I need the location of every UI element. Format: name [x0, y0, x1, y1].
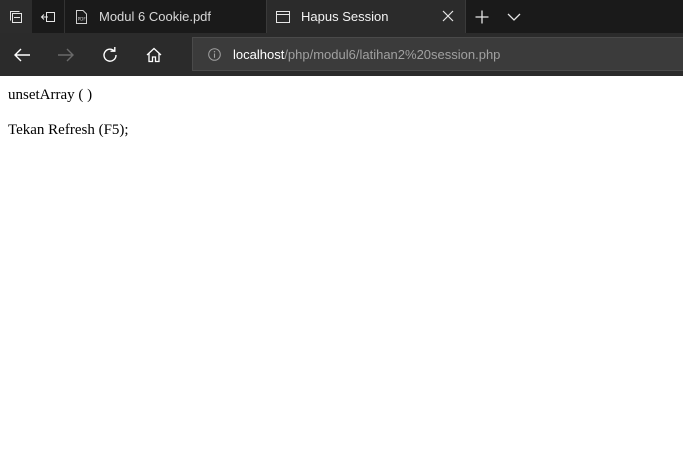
- back-arrow-icon: [14, 48, 30, 62]
- close-tab-button[interactable]: [441, 9, 455, 23]
- back-button[interactable]: [0, 37, 44, 73]
- url-text: localhost/php/modul6/latihan2%20session.…: [233, 47, 500, 62]
- output-line-refresh-instruction: Tekan Refresh (F5);: [8, 122, 129, 138]
- output-line-unset-array: unsetArray ( ): [8, 87, 93, 103]
- url-host: localhost: [233, 46, 285, 62]
- home-icon: [146, 47, 162, 63]
- show-tab-previews-button[interactable]: [498, 0, 530, 33]
- refresh-button[interactable]: [88, 37, 132, 73]
- tab-title: Hapus Session: [301, 9, 389, 24]
- tab-hapus-session[interactable]: Hapus Session: [266, 0, 466, 33]
- plus-icon: [475, 10, 489, 23]
- url-path: /php/modul6/latihan2%20session.php: [284, 46, 501, 62]
- address-bar[interactable]: localhost/php/modul6/latihan2%20session.…: [192, 37, 683, 71]
- refresh-icon: [103, 47, 117, 62]
- tab-pdf[interactable]: PDF Modul 6 Cookie.pdf: [64, 0, 266, 33]
- site-info-icon[interactable]: [207, 47, 221, 61]
- tab-title: Modul 6 Cookie.pdf: [99, 9, 212, 24]
- tabs-aside-icon: [10, 10, 22, 23]
- browser-chrome: PDF Modul 6 Cookie.pdf Hapus Session loc…: [0, 0, 683, 76]
- tabs-restore-icon: [40, 11, 55, 22]
- navigation-bar: localhost/php/modul6/latihan2%20session.…: [0, 33, 683, 76]
- forward-arrow-icon: [58, 48, 74, 62]
- tab-strip: PDF Modul 6 Cookie.pdf Hapus Session: [0, 0, 683, 33]
- page-icon: [275, 9, 291, 25]
- restore-tabs-button[interactable]: [32, 0, 64, 33]
- page-content: unsetArray ( ) Tekan Refresh (F5);: [0, 76, 683, 465]
- set-tabs-aside-button[interactable]: [0, 0, 32, 33]
- chevron-down-icon: [507, 13, 521, 21]
- pdf-icon: PDF: [73, 9, 89, 25]
- new-tab-button[interactable]: [466, 0, 498, 33]
- home-button[interactable]: [132, 37, 176, 73]
- forward-button[interactable]: [44, 37, 88, 73]
- close-icon: [442, 10, 454, 22]
- svg-text:PDF: PDF: [78, 16, 87, 21]
